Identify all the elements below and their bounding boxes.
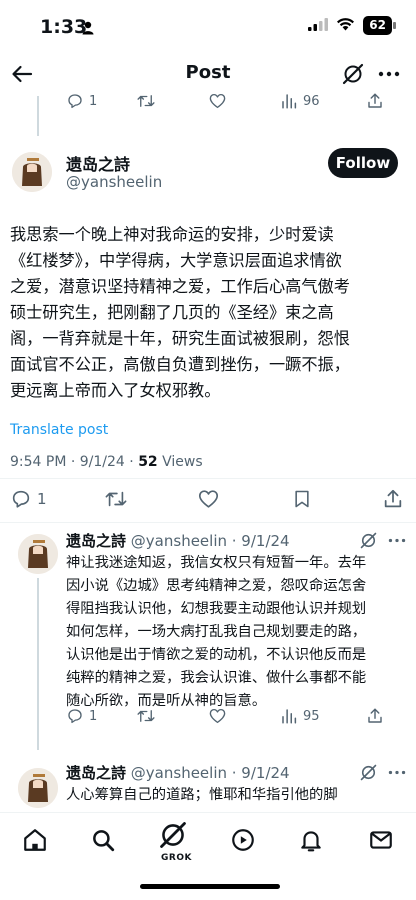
reply-author-handle[interactable]: @yansheelin · 9/1/24 <box>131 532 290 550</box>
like-button[interactable] <box>208 92 227 110</box>
repost-button[interactable] <box>104 488 128 510</box>
reply-body: 人心筹算自己的道路；惟耶和华指引他的脚 <box>66 784 410 807</box>
grok-icon[interactable] <box>360 764 377 785</box>
like-icon <box>209 708 226 724</box>
notifications-icon[interactable] <box>298 827 324 857</box>
reply-line: 得阻挡我认识他，幻想我要主动跟他认识并规划 <box>66 601 367 617</box>
like-icon <box>198 490 219 508</box>
reply-header: 遗岛之詩 @yansheelin · 9/1/24 <box>66 762 290 783</box>
repost-icon <box>137 710 155 722</box>
author-handle[interactable]: @yansheelin <box>66 173 162 191</box>
reply-body: 神让我迷途知返，我信女权只有短暂一年。去年 因小说《边城》思考纯精神之爱，怨叹命… <box>66 552 410 713</box>
reply-author-handle[interactable]: @yansheelin · 9/1/24 <box>131 764 290 782</box>
like-icon <box>209 93 226 109</box>
avatar[interactable] <box>12 152 52 192</box>
tweet-line: 硕士研究生，把刚翻了几页的《圣经》束之高 <box>10 303 334 322</box>
top-nav: Post <box>0 52 416 96</box>
repost-button[interactable] <box>136 92 156 110</box>
share-icon <box>384 489 402 508</box>
views-count: 96 <box>303 93 320 109</box>
translate-post-link[interactable]: Translate post <box>10 422 108 438</box>
tweet-line: 阁，一背弃就是十年，研究生面试被狠刷，怨恨 <box>10 329 350 348</box>
tweet-timestamp[interactable]: 9:54 PM · 9/1/24 · <box>10 454 138 470</box>
more-icon[interactable] <box>388 532 406 553</box>
follow-button[interactable]: Follow <box>328 148 398 178</box>
status-bar: 1:33 62 <box>0 0 416 52</box>
reply-line: 如何怎样，一场大病打乱我自己规划要走的路， <box>66 624 367 640</box>
views-label: Views <box>157 454 203 470</box>
bookmark-button[interactable] <box>292 488 312 510</box>
avatar[interactable] <box>18 768 58 808</box>
reply-count: 1 <box>37 490 47 508</box>
thread-line <box>37 578 39 750</box>
views-button[interactable]: 96 <box>280 92 320 110</box>
tweet-line: 更远离上帝而入了女权邪教。 <box>10 381 221 400</box>
home-icon[interactable] <box>22 827 48 857</box>
reply-icon <box>68 94 82 109</box>
video-icon[interactable] <box>230 827 256 857</box>
status-time: 1:33 <box>40 16 88 38</box>
reply-count: 1 <box>89 93 98 109</box>
wifi-icon <box>336 16 355 35</box>
repost-button[interactable] <box>136 707 156 725</box>
reply-header: 遗岛之詩 @yansheelin · 9/1/24 <box>66 530 290 551</box>
like-button[interactable] <box>208 707 227 725</box>
reply-line: 纯粹的精神之爱，我会认识谁、做什么事都不能 <box>66 670 367 686</box>
reply-line: 认识他是出于情欲之爱的动机，不认识他反而是 <box>66 647 367 663</box>
more-icon[interactable] <box>388 764 406 785</box>
reply-count: 1 <box>89 708 98 724</box>
reply-line: 因小说《边城》思考纯精神之爱，怨叹命运怎舍 <box>66 578 367 594</box>
share-icon <box>368 93 382 108</box>
messages-icon[interactable] <box>368 827 394 857</box>
reply-icon <box>68 709 82 724</box>
like-button[interactable] <box>197 488 220 510</box>
views-button[interactable]: 95 <box>280 707 320 725</box>
repost-icon <box>137 95 155 107</box>
tweet-body: 我思索一个晚上神对我命运的安排，少时爱读 《红楼梦》，中学得病，大学意识层面追求… <box>10 222 410 404</box>
tweet-line: 面试官不公正，高傲自负遭到挫伤，一蹶不振， <box>10 355 350 374</box>
reply-button[interactable]: 1 <box>66 92 97 110</box>
bookmark-icon <box>295 490 309 508</box>
search-icon[interactable] <box>90 827 116 857</box>
grok-tab-icon[interactable] <box>159 821 187 853</box>
views-icon <box>282 709 297 724</box>
reply-line: 人心筹算自己的道路；惟耶和华指引他的脚 <box>66 787 338 803</box>
reply-button[interactable]: 1 <box>66 707 97 725</box>
share-button[interactable] <box>382 488 404 510</box>
battery-indicator: 62 <box>363 16 396 35</box>
reply-button[interactable]: 1 <box>10 488 47 510</box>
home-indicator <box>140 884 280 889</box>
signal-icon <box>308 16 329 35</box>
main-tweet-actions: 1 <box>10 486 410 514</box>
views-count: 95 <box>303 708 320 724</box>
tweet-line: 《红楼梦》，中学得病，大学意识层面追求情欲 <box>10 251 342 270</box>
divider <box>0 478 416 479</box>
grok-tab-label: GROK <box>161 853 192 863</box>
reply-icon <box>12 490 30 508</box>
avatar[interactable] <box>18 534 58 574</box>
views-count: 52 <box>138 454 158 470</box>
tweet-line: 我思索一个晚上神对我命运的安排，少时爱读 <box>10 225 334 244</box>
reply-line: 神让我迷途知返，我信女权只有短暂一年。去年 <box>66 555 367 571</box>
views-icon <box>282 94 297 109</box>
repost-icon <box>105 491 127 507</box>
reply-line: 随心所欲，而是听从神的旨意。 <box>66 693 267 709</box>
tweet-line: 之爱，潜意识坚持精神之爱，工作后心高气傲考 <box>10 277 350 296</box>
divider <box>0 522 416 523</box>
grok-icon[interactable] <box>342 63 364 89</box>
tweet-meta: 9:54 PM · 9/1/24 · 52 Views <box>10 454 203 470</box>
reply-author-name[interactable]: 遗岛之詩 <box>66 532 126 550</box>
reply-author-name[interactable]: 遗岛之詩 <box>66 764 126 782</box>
author-name[interactable]: 遗岛之詩 <box>66 151 130 175</box>
share-button[interactable] <box>366 707 384 725</box>
grok-icon[interactable] <box>360 532 377 553</box>
person-icon <box>82 20 94 39</box>
thread-line <box>37 96 39 136</box>
share-icon <box>368 708 382 723</box>
more-icon[interactable] <box>378 64 400 88</box>
share-button[interactable] <box>366 92 384 110</box>
